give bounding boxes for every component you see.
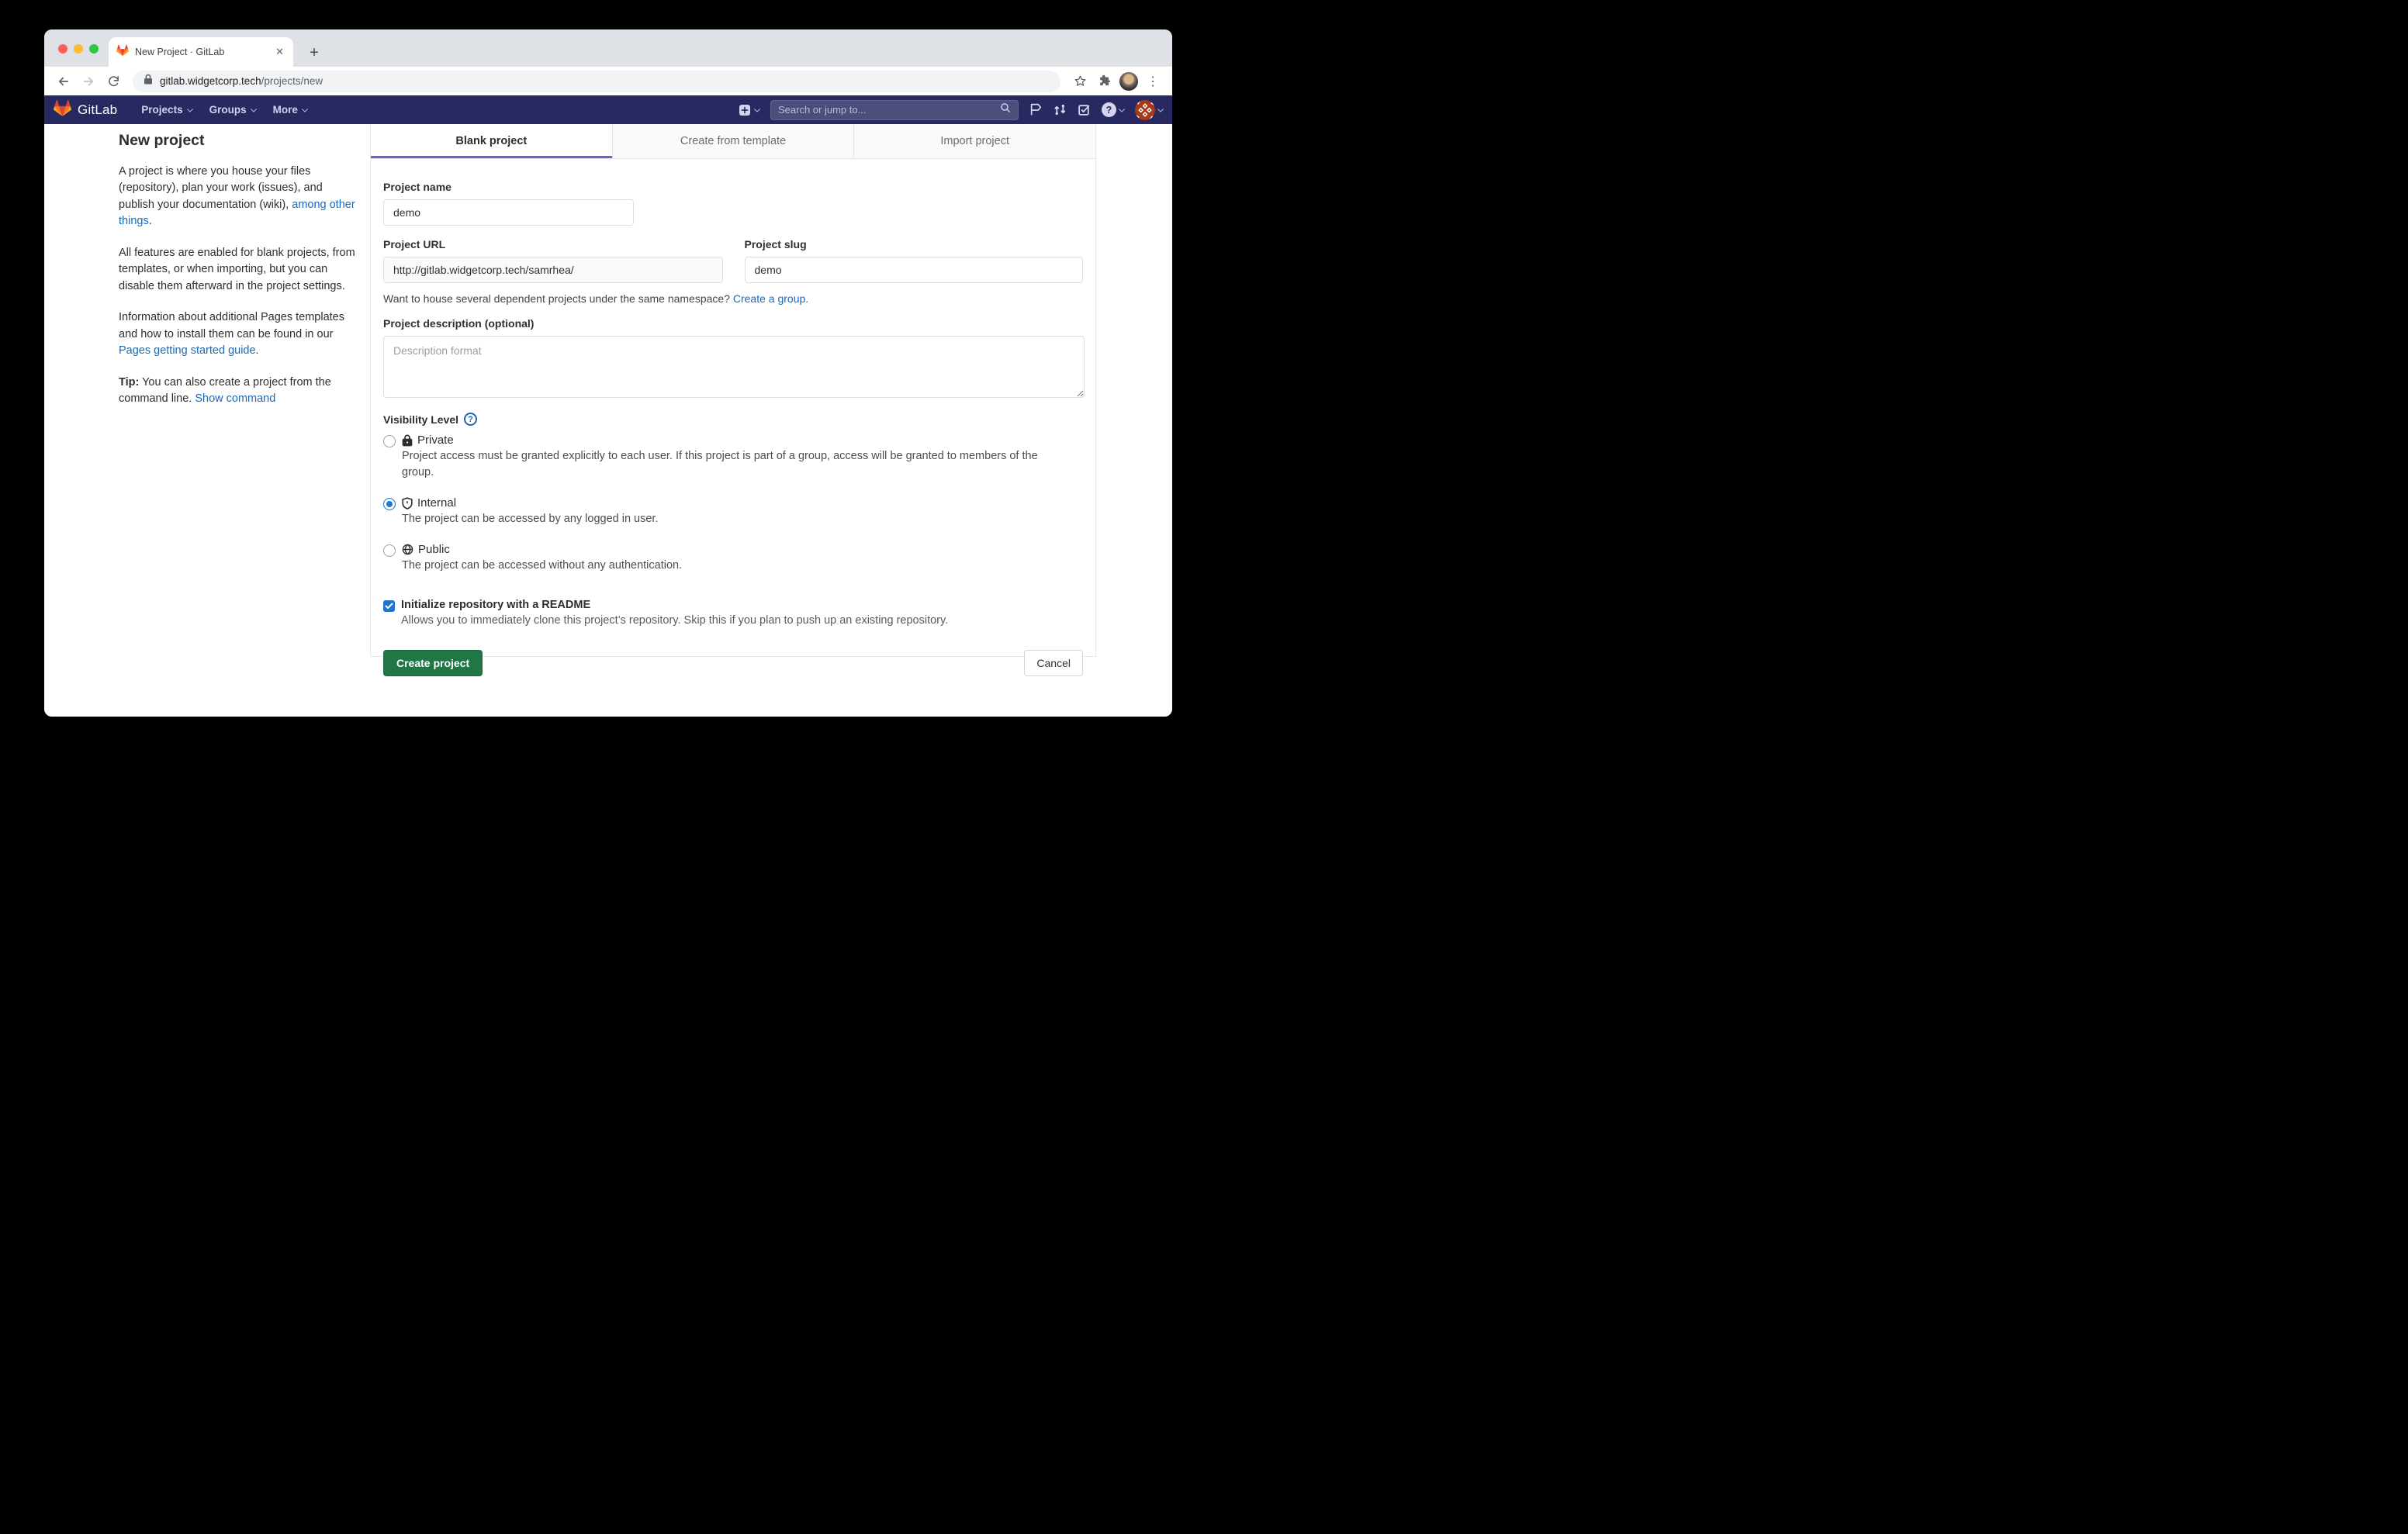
visibility-option-private: Private Project access must be granted e… xyxy=(383,434,1083,492)
browser-window: New Project · GitLab ✕ + gitlab.widgetco… xyxy=(44,29,1172,717)
page-sidebar: New project A project is where you house… xyxy=(119,132,358,422)
tab-import-project[interactable]: Import project xyxy=(854,124,1095,158)
private-radio[interactable] xyxy=(383,435,396,447)
global-search-box[interactable] xyxy=(770,100,1019,120)
url-bar[interactable]: gitlab.widgetcorp.tech/projects/new xyxy=(133,71,1060,92)
forward-icon xyxy=(78,71,99,92)
gitlab-brand[interactable]: GitLab xyxy=(54,99,117,121)
browser-profile-avatar[interactable] xyxy=(1119,72,1138,91)
tab-create-from-template[interactable]: Create from template xyxy=(613,124,855,158)
globe-icon xyxy=(402,544,413,555)
project-slug-input[interactable] xyxy=(745,257,1084,283)
project-description-textarea[interactable] xyxy=(383,336,1085,398)
navbar-item-projects[interactable]: Projects xyxy=(133,95,200,124)
close-window-button[interactable] xyxy=(58,44,67,54)
public-radio[interactable] xyxy=(383,544,396,557)
navbar-item-groups[interactable]: Groups xyxy=(201,95,265,124)
project-url-input[interactable] xyxy=(383,257,723,283)
search-input[interactable] xyxy=(778,104,1000,116)
sidebar-paragraph: A project is where you house your files … xyxy=(119,164,358,230)
project-url-label: Project URL xyxy=(383,238,723,250)
merge-requests-icon[interactable] xyxy=(1054,103,1067,116)
create-group-link[interactable]: Create a group. xyxy=(733,292,808,305)
minimize-window-button[interactable] xyxy=(74,44,83,54)
sidebar-paragraph: All features are enabled for blank proje… xyxy=(119,245,358,295)
zoom-window-button[interactable] xyxy=(89,44,99,54)
browser-menu-kebab-icon[interactable]: ⋮ xyxy=(1143,71,1163,92)
tab-close-icon[interactable]: ✕ xyxy=(274,46,285,58)
page-title: New project xyxy=(119,132,358,150)
new-project-form: Project name Project URL Project slug Wa… xyxy=(371,159,1095,690)
project-slug-label: Project slug xyxy=(745,238,1084,250)
window-controls xyxy=(58,44,99,54)
chevron-down-icon xyxy=(1157,105,1164,112)
visibility-help-icon[interactable]: ? xyxy=(464,413,477,426)
sidebar-paragraph: Information about additional Pages templ… xyxy=(119,309,358,359)
browser-tab-strip: New Project · GitLab ✕ + xyxy=(44,29,1172,67)
user-avatar xyxy=(1135,100,1155,120)
help-question-icon: ? xyxy=(1102,102,1116,117)
reload-icon[interactable] xyxy=(103,71,123,92)
issues-icon[interactable] xyxy=(1029,103,1043,116)
lock-icon xyxy=(144,74,153,88)
chevron-down-icon xyxy=(186,105,192,112)
project-description-label: Project description (optional) xyxy=(383,317,1083,330)
help-menu-button[interactable]: ? xyxy=(1102,102,1124,117)
chevron-down-icon xyxy=(250,105,256,112)
readme-checkbox[interactable] xyxy=(383,600,395,612)
readme-label: Initialize repository with a README xyxy=(401,599,590,611)
create-project-button[interactable]: Create project xyxy=(383,650,483,676)
chevron-down-icon xyxy=(302,105,308,112)
search-icon xyxy=(1000,102,1011,117)
project-type-tabs: Blank project Create from template Impor… xyxy=(371,124,1095,159)
pages-guide-link[interactable]: Pages getting started guide xyxy=(119,344,256,357)
navbar-item-more[interactable]: More xyxy=(265,95,316,124)
tab-blank-project[interactable]: Blank project xyxy=(371,124,613,158)
plus-square-icon xyxy=(739,104,751,116)
visibility-option-public: Public The project can be accessed witho… xyxy=(383,543,1083,585)
tab-title: New Project · GitLab xyxy=(135,47,268,57)
sidebar-tip: Tip: You can also create a project from … xyxy=(119,375,358,408)
chevron-down-icon xyxy=(754,105,760,112)
readme-option: Initialize repository with a README xyxy=(383,599,1083,612)
namespace-hint: Want to house several dependent projects… xyxy=(383,292,1083,305)
new-menu-button[interactable] xyxy=(739,104,759,116)
lock-icon xyxy=(402,434,413,447)
todos-icon[interactable] xyxy=(1078,103,1091,116)
page-content: New project A project is where you house… xyxy=(44,124,1172,717)
bookmark-star-icon[interactable] xyxy=(1070,71,1090,92)
project-name-label: Project name xyxy=(383,181,1083,193)
back-icon[interactable] xyxy=(54,71,74,92)
user-menu-button[interactable] xyxy=(1135,100,1163,120)
chevron-down-icon xyxy=(1119,105,1125,112)
show-command-link[interactable]: Show command xyxy=(195,392,275,405)
extensions-puzzle-icon[interactable] xyxy=(1095,71,1115,92)
readme-description: Allows you to immediately clone this pro… xyxy=(401,614,1083,627)
url-text: gitlab.widgetcorp.tech/projects/new xyxy=(160,75,323,87)
new-project-panel: Blank project Create from template Impor… xyxy=(370,124,1096,657)
project-name-input[interactable] xyxy=(383,199,634,226)
shield-icon xyxy=(402,497,413,510)
browser-tab[interactable]: New Project · GitLab ✕ xyxy=(109,37,293,67)
gitlab-navbar: GitLab Projects Groups More xyxy=(44,95,1172,124)
visibility-level-label: Visibility Level xyxy=(383,413,458,426)
gitlab-tanuki-logo-icon xyxy=(54,99,71,121)
visibility-option-internal: Internal The project can be accessed by … xyxy=(383,496,1083,538)
new-tab-button[interactable]: + xyxy=(303,42,325,64)
cancel-button[interactable]: Cancel xyxy=(1024,650,1083,676)
internal-radio[interactable] xyxy=(383,498,396,510)
gitlab-favicon-icon xyxy=(116,44,129,60)
browser-toolbar: gitlab.widgetcorp.tech/projects/new ⋮ xyxy=(44,67,1172,95)
gitlab-wordmark: GitLab xyxy=(78,102,117,118)
